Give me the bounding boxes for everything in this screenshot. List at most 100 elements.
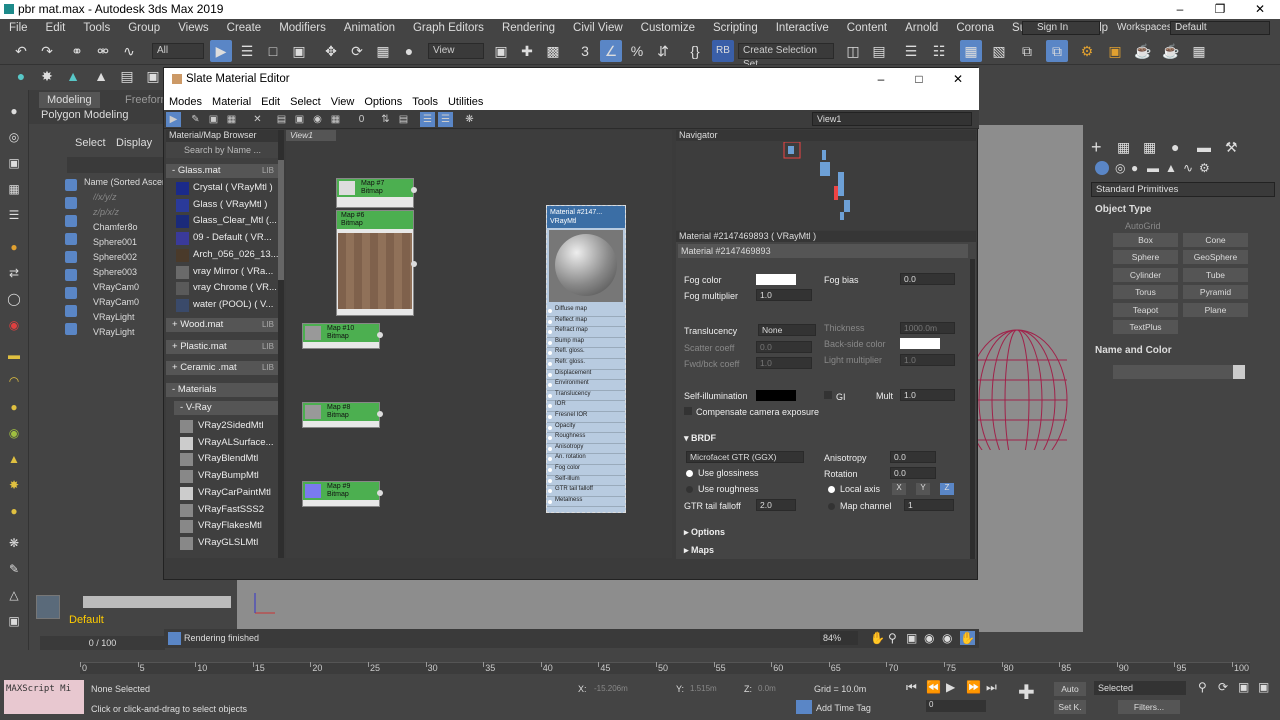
paint-icon[interactable]: ✎ bbox=[6, 562, 22, 576]
browser-material-item[interactable]: water (POOL) ( V... bbox=[166, 297, 278, 313]
systems-icon[interactable]: ⚙ bbox=[1199, 161, 1210, 175]
place-icon[interactable]: ● bbox=[398, 40, 420, 62]
render-production-icon[interactable]: ☕ bbox=[1132, 40, 1154, 62]
object-color-swatch[interactable] bbox=[1233, 365, 1245, 379]
node-output-port[interactable] bbox=[377, 332, 383, 338]
browser-vray-item[interactable]: VRayFastSSS2 bbox=[174, 502, 278, 518]
browser-vray-item[interactable]: VRayFlakesMtl bbox=[174, 518, 278, 534]
select-object-icon[interactable]: ▶ bbox=[210, 40, 232, 62]
primitive-button-cone[interactable]: Cone bbox=[1183, 233, 1248, 247]
slot-input-port[interactable] bbox=[548, 446, 552, 451]
add-time-tag[interactable]: Add Time Tag bbox=[816, 703, 871, 713]
menu-item-civil-view[interactable]: Civil View bbox=[564, 22, 632, 34]
bind-space-warp-icon[interactable]: ∿ bbox=[118, 40, 140, 62]
menu-item-tools[interactable]: Tools bbox=[74, 22, 119, 34]
circle-icon[interactable]: ● bbox=[6, 504, 22, 518]
browser-material-item[interactable]: vray Mirror ( VRa... bbox=[166, 264, 278, 280]
sme-params-icon[interactable]: ☰ bbox=[438, 112, 453, 127]
slot-input-port[interactable] bbox=[548, 414, 552, 419]
fog-color-swatch[interactable] bbox=[756, 274, 796, 285]
select-tool-icon[interactable]: ● bbox=[6, 104, 22, 118]
slot-input-port[interactable] bbox=[548, 361, 552, 366]
display-tab-icon[interactable]: ▬ bbox=[1197, 139, 1211, 155]
sme-menu-options[interactable]: Options bbox=[359, 96, 407, 108]
sphere-icon[interactable]: ● bbox=[6, 400, 22, 414]
zoom-extents-icon[interactable]: ◉ bbox=[924, 631, 934, 645]
material-slot[interactable]: Reflect map bbox=[547, 317, 625, 328]
bitmap-node[interactable]: Map #9 Bitmap bbox=[302, 481, 383, 507]
slot-input-port[interactable] bbox=[548, 489, 552, 494]
sme-layout-icon[interactable]: ⇅ bbox=[378, 112, 393, 127]
thickness-spinner[interactable]: 1000.0m bbox=[900, 322, 955, 334]
create-selection-set-dropdown[interactable]: Create Selection Set bbox=[738, 43, 834, 70]
maxscript-listener[interactable]: MAXScript Mi bbox=[4, 680, 84, 714]
rendered-frame-window-icon[interactable]: ▣ bbox=[1104, 40, 1126, 62]
browser-group[interactable]: + Wood.mat LIB bbox=[166, 318, 278, 332]
shape-icon[interactable]: ◎ bbox=[6, 130, 22, 144]
spinner-snap-icon[interactable]: ⇵ bbox=[652, 40, 674, 62]
slot-input-port[interactable] bbox=[548, 319, 552, 324]
zoom-extents-viewport-icon[interactable]: ▣ bbox=[1238, 680, 1249, 694]
axis-z-button[interactable]: Z bbox=[940, 483, 954, 495]
motion-tab-icon[interactable]: ● bbox=[1171, 139, 1179, 155]
go-to-start-icon[interactable]: ⏮ bbox=[906, 680, 917, 695]
browser-vray-item[interactable]: VRayBlendMtl bbox=[174, 451, 278, 467]
mirror-icon[interactable]: ◫ bbox=[842, 40, 864, 62]
scene-tab-display[interactable]: Display bbox=[116, 137, 152, 149]
layer-box-icon[interactable] bbox=[36, 595, 60, 619]
cameras-icon[interactable]: ▬ bbox=[1147, 161, 1159, 175]
browser-vray-item[interactable]: VRayGLSLMtl bbox=[174, 535, 278, 551]
auto-key-button[interactable]: Auto bbox=[1054, 682, 1086, 696]
percent-snap-icon[interactable]: % bbox=[626, 40, 648, 62]
sme-show-map-icon[interactable]: ◉ bbox=[310, 112, 325, 127]
material-node[interactable]: Material #2147... VRayMtl Diffuse map Ref… bbox=[546, 205, 626, 513]
menu-item-interactive[interactable]: Interactive bbox=[767, 22, 838, 34]
view1-tab[interactable]: View1 bbox=[286, 130, 336, 141]
sme-menu-edit[interactable]: Edit bbox=[256, 96, 285, 108]
compensate-checkbox[interactable] bbox=[684, 407, 692, 415]
ribbon-tab-modeling[interactable]: Modeling bbox=[39, 92, 100, 108]
scene-explorer-icon[interactable]: ☰ bbox=[900, 40, 922, 62]
shapes-icon[interactable]: ◎ bbox=[1115, 161, 1125, 175]
menu-item-content[interactable]: Content bbox=[838, 22, 896, 34]
material-slot[interactable]: Fog color bbox=[547, 465, 625, 476]
scene-search-input[interactable] bbox=[67, 157, 167, 173]
angle-snap-icon[interactable]: ∠ bbox=[600, 40, 622, 62]
browser-search-input[interactable]: Search by Name ... bbox=[166, 142, 284, 158]
helpers-icon[interactable]: ▲ bbox=[1165, 161, 1177, 175]
route-icon[interactable]: ⇄ bbox=[6, 266, 22, 280]
browser-vray-item[interactable]: VRayBumpMtl bbox=[174, 468, 278, 484]
local-axis-radio[interactable] bbox=[828, 486, 835, 493]
next-frame-icon[interactable]: ⏩ bbox=[966, 680, 981, 694]
space-warps-icon[interactable]: ∿ bbox=[1183, 161, 1193, 175]
sme-menu-view[interactable]: View bbox=[326, 96, 360, 108]
particles-icon[interactable]: ❋ bbox=[6, 536, 22, 550]
browser-material-item[interactable]: 09 - Default ( VR... bbox=[166, 230, 278, 246]
map-channel-radio[interactable] bbox=[828, 503, 835, 510]
browser-material-item[interactable]: Arch_056_026_13... bbox=[166, 247, 278, 263]
scene-column-header[interactable]: Name (Sorted Ascen bbox=[84, 177, 167, 187]
record-icon[interactable]: ◉ bbox=[6, 318, 22, 332]
sme-delete-icon[interactable]: ✕ bbox=[250, 112, 265, 127]
pivot-center-icon[interactable]: ▣ bbox=[490, 40, 512, 62]
sme-hide-icon[interactable]: ▣ bbox=[292, 112, 307, 127]
undo-icon[interactable]: ↶ bbox=[10, 40, 32, 62]
list-icon[interactable]: ☰ bbox=[6, 208, 22, 222]
menu-item-arnold[interactable]: Arnold bbox=[896, 22, 947, 34]
material-slot[interactable]: Translucency bbox=[547, 391, 625, 402]
maps-rollout[interactable]: ▸ Maps bbox=[684, 545, 714, 556]
browser-material-item[interactable]: Glass_Clear_Mtl (... bbox=[166, 213, 278, 229]
snaps-toggle-icon[interactable]: 3 bbox=[574, 40, 596, 62]
sme-maximize-icon[interactable]: □ bbox=[899, 70, 939, 89]
light-multiplier-spinner[interactable]: 1.0 bbox=[900, 354, 955, 366]
slot-input-port[interactable] bbox=[548, 436, 552, 441]
time-tag-icon[interactable] bbox=[796, 700, 812, 714]
zoom-region-icon[interactable]: ▣ bbox=[906, 631, 917, 645]
primitive-button-box[interactable]: Box bbox=[1113, 233, 1178, 247]
menu-item-create[interactable]: Create bbox=[218, 22, 271, 34]
use-roughness-radio[interactable] bbox=[686, 486, 693, 493]
browser-material-item[interactable]: Crystal ( VRayMtl ) bbox=[166, 180, 278, 196]
layer-explorer-icon[interactable]: ☷ bbox=[928, 40, 950, 62]
primitive-button-sphere[interactable]: Sphere bbox=[1113, 250, 1178, 265]
rb-icon[interactable]: RB bbox=[712, 40, 734, 62]
